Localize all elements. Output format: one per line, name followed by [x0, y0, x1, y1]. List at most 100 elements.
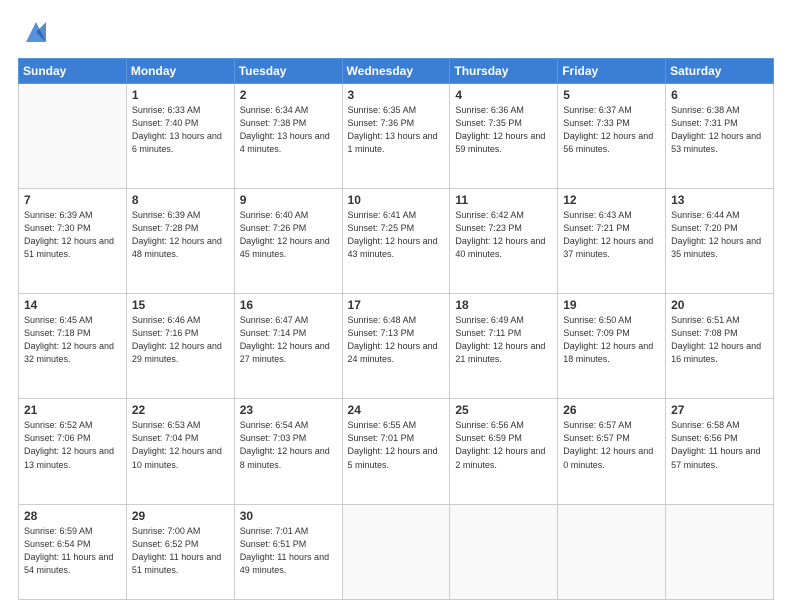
day-number: 25 — [455, 403, 552, 417]
day-number: 20 — [671, 298, 768, 312]
table-row — [19, 84, 127, 189]
table-row: 1 Sunrise: 6:33 AM Sunset: 7:40 PM Daylig… — [126, 84, 234, 189]
day-number: 17 — [348, 298, 445, 312]
table-row: 13Sunrise: 6:44 AM Sunset: 7:20 PM Dayli… — [666, 189, 774, 294]
day-number: 22 — [132, 403, 229, 417]
cell-info: Sunrise: 6:55 AM Sunset: 7:01 PM Dayligh… — [348, 419, 445, 471]
cell-info: Sunrise: 6:46 AM Sunset: 7:16 PM Dayligh… — [132, 314, 229, 366]
cell-info: Sunrise: 6:40 AM Sunset: 7:26 PM Dayligh… — [240, 209, 337, 261]
table-row: 3Sunrise: 6:35 AM Sunset: 7:36 PM Daylig… — [342, 84, 450, 189]
table-row: 10 Sunrise: 6:41 AM Sunset: 7:25 PM Dayli… — [342, 189, 450, 294]
cell-info: Sunrise: 6:44 AM Sunset: 7:20 PM Dayligh… — [671, 209, 768, 261]
day-number: 6 — [671, 88, 768, 102]
cell-info: Sunrise: 6:43 AM Sunset: 7:21 PM Dayligh… — [563, 209, 660, 261]
col-friday: Friday — [558, 59, 666, 84]
day-number: 11 — [455, 193, 552, 207]
cell-info: Sunrise: 6:57 AM Sunset: 6:57 PM Dayligh… — [563, 419, 660, 471]
table-row — [450, 504, 558, 600]
table-row: 2 Sunrise: 6:34 AM Sunset: 7:38 PM Daylig… — [234, 84, 342, 189]
table-row: 22 Sunrise: 6:53 AM Sunset: 7:04 PM Dayli… — [126, 399, 234, 504]
cell-info: Sunrise: 6:53 AM Sunset: 7:04 PM Dayligh… — [132, 419, 229, 471]
logo-icon — [22, 18, 50, 46]
table-row: 5 Sunrise: 6:37 AM Sunset: 7:33 PM Daylig… — [558, 84, 666, 189]
table-row: 25 Sunrise: 6:56 AM Sunset: 6:59 PM Dayli… — [450, 399, 558, 504]
day-number: 29 — [132, 509, 229, 523]
table-row: 28 Sunrise: 6:59 AM Sunset: 6:54 PM Dayli… — [19, 504, 127, 600]
day-number: 8 — [132, 193, 229, 207]
calendar-header-row: Sunday Monday Tuesday Wednesday Thursday… — [19, 59, 774, 84]
day-number: 24 — [348, 403, 445, 417]
day-number: 12 — [563, 193, 660, 207]
col-tuesday: Tuesday — [234, 59, 342, 84]
day-number: 30 — [240, 509, 337, 523]
day-number: 18 — [455, 298, 552, 312]
table-row: 16 Sunrise: 6:47 AM Sunset: 7:14 PM Dayli… — [234, 294, 342, 399]
col-saturday: Saturday — [666, 59, 774, 84]
calendar-week-row: 28 Sunrise: 6:59 AM Sunset: 6:54 PM Dayli… — [19, 504, 774, 600]
day-number: 4 — [455, 88, 552, 102]
cell-info: Sunrise: 6:59 AM Sunset: 6:54 PM Dayligh… — [24, 525, 121, 577]
day-number: 23 — [240, 403, 337, 417]
calendar-week-row: 14Sunrise: 6:45 AM Sunset: 7:18 PM Dayli… — [19, 294, 774, 399]
cell-info: Sunrise: 6:50 AM Sunset: 7:09 PM Dayligh… — [563, 314, 660, 366]
table-row: 18Sunrise: 6:49 AM Sunset: 7:11 PM Dayli… — [450, 294, 558, 399]
table-row — [342, 504, 450, 600]
cell-info: Sunrise: 6:39 AM Sunset: 7:28 PM Dayligh… — [132, 209, 229, 261]
cell-info: Sunrise: 6:33 AM Sunset: 7:40 PM Dayligh… — [132, 104, 229, 156]
cell-info: Sunrise: 7:01 AM Sunset: 6:51 PM Dayligh… — [240, 525, 337, 577]
table-row: 23 Sunrise: 6:54 AM Sunset: 7:03 PM Dayli… — [234, 399, 342, 504]
day-number: 1 — [132, 88, 229, 102]
day-number: 3 — [348, 88, 445, 102]
cell-info: Sunrise: 6:48 AM Sunset: 7:13 PM Dayligh… — [348, 314, 445, 366]
day-number: 21 — [24, 403, 121, 417]
cell-info: Sunrise: 6:37 AM Sunset: 7:33 PM Dayligh… — [563, 104, 660, 156]
table-row: 27 Sunrise: 6:58 AM Sunset: 6:56 PM Dayli… — [666, 399, 774, 504]
calendar-week-row: 1 Sunrise: 6:33 AM Sunset: 7:40 PM Daylig… — [19, 84, 774, 189]
logo — [18, 18, 50, 48]
cell-info: Sunrise: 6:41 AM Sunset: 7:25 PM Dayligh… — [348, 209, 445, 261]
table-row: 6 Sunrise: 6:38 AM Sunset: 7:31 PM Daylig… — [666, 84, 774, 189]
cell-info: Sunrise: 6:54 AM Sunset: 7:03 PM Dayligh… — [240, 419, 337, 471]
table-row: 4Sunrise: 6:36 AM Sunset: 7:35 PM Daylig… — [450, 84, 558, 189]
table-row: 20Sunrise: 6:51 AM Sunset: 7:08 PM Dayli… — [666, 294, 774, 399]
day-number: 14 — [24, 298, 121, 312]
day-number: 19 — [563, 298, 660, 312]
table-row: 7Sunrise: 6:39 AM Sunset: 7:30 PM Daylig… — [19, 189, 127, 294]
table-row: 9 Sunrise: 6:40 AM Sunset: 7:26 PM Daylig… — [234, 189, 342, 294]
table-row — [558, 504, 666, 600]
cell-info: Sunrise: 6:42 AM Sunset: 7:23 PM Dayligh… — [455, 209, 552, 261]
table-row: 12 Sunrise: 6:43 AM Sunset: 7:21 PM Dayli… — [558, 189, 666, 294]
table-row: 19 Sunrise: 6:50 AM Sunset: 7:09 PM Dayli… — [558, 294, 666, 399]
day-number: 2 — [240, 88, 337, 102]
cell-info: Sunrise: 7:00 AM Sunset: 6:52 PM Dayligh… — [132, 525, 229, 577]
col-sunday: Sunday — [19, 59, 127, 84]
table-row: 24 Sunrise: 6:55 AM Sunset: 7:01 PM Dayli… — [342, 399, 450, 504]
col-monday: Monday — [126, 59, 234, 84]
day-number: 27 — [671, 403, 768, 417]
day-number: 16 — [240, 298, 337, 312]
day-number: 15 — [132, 298, 229, 312]
day-number: 9 — [240, 193, 337, 207]
cell-info: Sunrise: 6:52 AM Sunset: 7:06 PM Dayligh… — [24, 419, 121, 471]
calendar-week-row: 7Sunrise: 6:39 AM Sunset: 7:30 PM Daylig… — [19, 189, 774, 294]
col-wednesday: Wednesday — [342, 59, 450, 84]
table-row: 21 Sunrise: 6:52 AM Sunset: 7:06 PM Dayli… — [19, 399, 127, 504]
table-row: 26 Sunrise: 6:57 AM Sunset: 6:57 PM Dayli… — [558, 399, 666, 504]
table-row: 15 Sunrise: 6:46 AM Sunset: 7:16 PM Dayli… — [126, 294, 234, 399]
calendar-table: Sunday Monday Tuesday Wednesday Thursday… — [18, 58, 774, 600]
table-row — [666, 504, 774, 600]
table-row: 11 Sunrise: 6:42 AM Sunset: 7:23 PM Dayli… — [450, 189, 558, 294]
day-number: 5 — [563, 88, 660, 102]
day-number: 10 — [348, 193, 445, 207]
header — [18, 18, 774, 48]
cell-info: Sunrise: 6:38 AM Sunset: 7:31 PM Dayligh… — [671, 104, 768, 156]
day-number: 28 — [24, 509, 121, 523]
cell-info: Sunrise: 6:34 AM Sunset: 7:38 PM Dayligh… — [240, 104, 337, 156]
cell-info: Sunrise: 6:39 AM Sunset: 7:30 PM Dayligh… — [24, 209, 121, 261]
calendar-week-row: 21 Sunrise: 6:52 AM Sunset: 7:06 PM Dayli… — [19, 399, 774, 504]
cell-info: Sunrise: 6:47 AM Sunset: 7:14 PM Dayligh… — [240, 314, 337, 366]
cell-info: Sunrise: 6:58 AM Sunset: 6:56 PM Dayligh… — [671, 419, 768, 471]
table-row: 30 Sunrise: 7:01 AM Sunset: 6:51 PM Dayli… — [234, 504, 342, 600]
cell-info: Sunrise: 6:56 AM Sunset: 6:59 PM Dayligh… — [455, 419, 552, 471]
day-number: 26 — [563, 403, 660, 417]
